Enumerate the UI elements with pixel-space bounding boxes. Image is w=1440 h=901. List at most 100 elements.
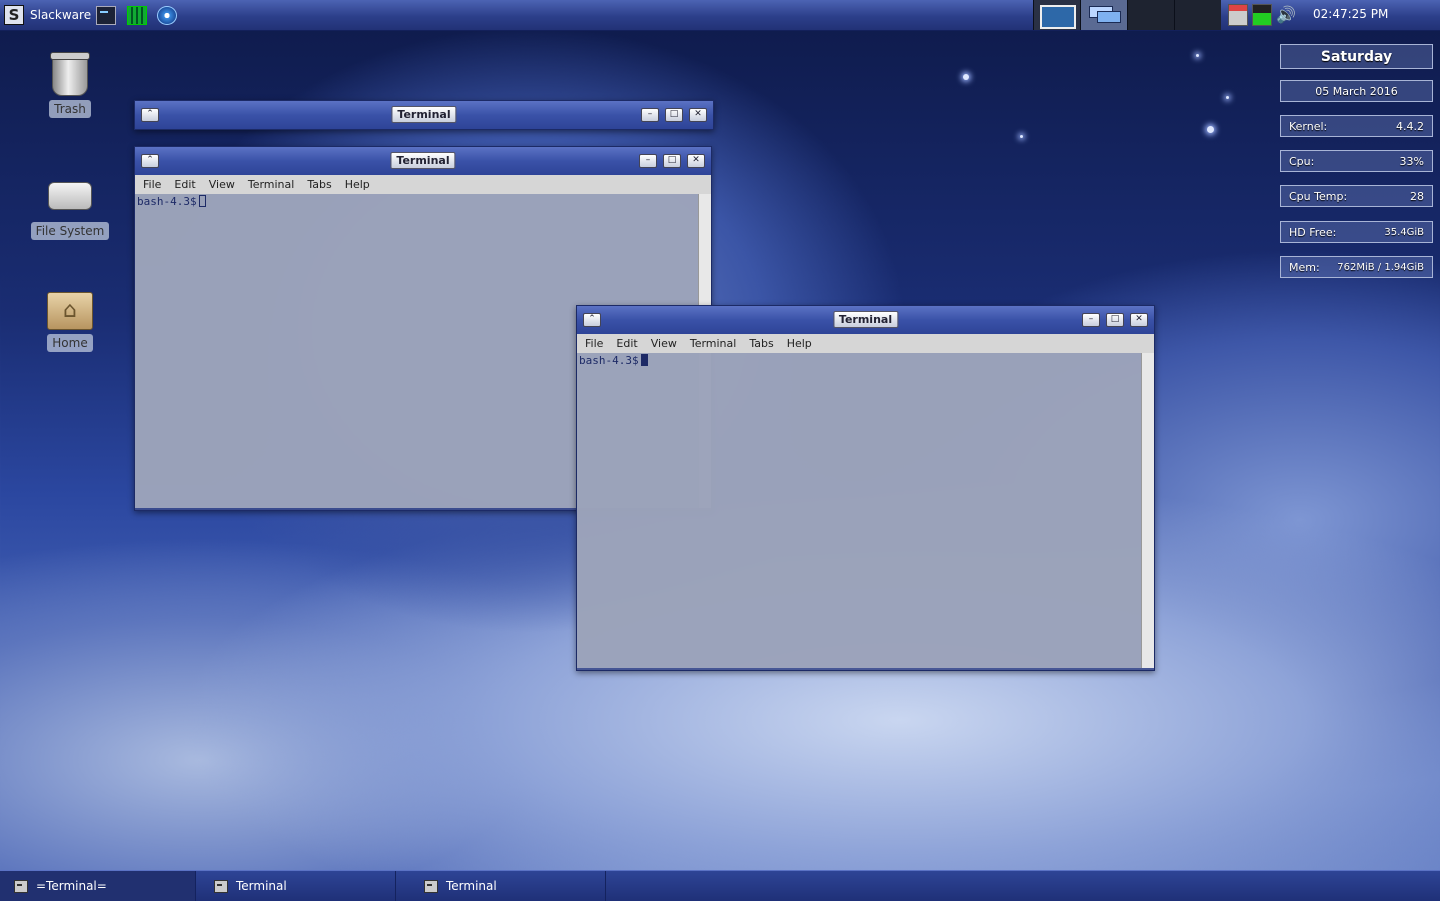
menu-bar: File Edit View Terminal Tabs Help [577,334,1154,353]
volume-icon[interactable]: 🔊 [1276,5,1296,25]
minimize-button[interactable]: – [639,154,657,168]
star [1020,135,1023,138]
prompt-text: bash-4.3$ [579,354,639,367]
menu-terminal[interactable]: Terminal [690,337,737,350]
terminal-output[interactable]: bash-4.3$ [577,353,1154,668]
shade-button[interactable]: ⌃ [141,154,159,168]
conky-label: Kernel: [1289,119,1328,133]
conky-value: 4.4.2 [1396,119,1424,133]
star [963,74,969,80]
desktop-icon-home[interactable]: ⌂ Home [30,288,110,352]
menu-help[interactable]: Help [787,337,812,350]
menu-file[interactable]: File [585,337,603,350]
star [1207,126,1214,133]
conky-label: Cpu: [1289,154,1315,168]
system-monitor-icon[interactable] [127,6,147,25]
window-title: Terminal [390,152,456,169]
desktop-icon-label: Trash [49,100,91,118]
cursor [640,354,648,366]
conky-label: HD Free: [1289,225,1337,239]
conky-kernel: Kernel: 4.4.2 [1280,115,1433,137]
menu-view[interactable]: View [651,337,677,350]
menu-terminal[interactable]: Terminal [248,178,295,191]
menu-help[interactable]: Help [345,178,370,191]
task-label: Terminal [446,879,497,893]
menu-bar: File Edit View Terminal Tabs Help [135,175,711,194]
conky-hd-free: HD Free: 35.4GiB [1280,221,1433,243]
conky-cpu-temp: Cpu Temp: 28 [1280,185,1433,207]
window-title: Terminal [832,311,899,328]
conky-day-text: Saturday [1320,48,1393,65]
window-titlebar[interactable]: ⌃ Terminal – □ ✕ [577,306,1154,334]
terminal-window-shaded[interactable]: ⌃ Terminal – □ ✕ [134,100,714,130]
conky-date: 05 March 2016 [1280,80,1433,102]
shade-button[interactable]: ⌃ [583,313,601,327]
terminal-icon [214,879,228,893]
prompt-line: bash-4.3$ [577,353,1154,368]
terminal-window-active[interactable]: ⌃ Terminal – □ ✕ File Edit View Terminal… [576,305,1155,671]
slackware-logo-icon: S [4,5,24,25]
menu-edit[interactable]: Edit [616,337,637,350]
conky-value: 35.4GiB [1384,226,1424,238]
maximize-button[interactable]: □ [663,154,681,168]
system-tray: 🔊 [1228,4,1296,26]
close-button[interactable]: ✕ [687,154,705,168]
workspace-pager [1033,0,1221,30]
menu-view[interactable]: View [209,178,235,191]
minimize-button[interactable]: – [641,108,659,122]
conky-value: 28 [1410,189,1424,203]
maximize-button[interactable]: □ [1106,313,1124,327]
conky-date-text: 05 March 2016 [1315,84,1398,98]
window-titlebar[interactable]: ⌃ Terminal – □ ✕ [135,101,713,129]
task-button[interactable]: =Terminal= [0,871,196,901]
maximize-button[interactable]: □ [665,108,683,122]
window-titlebar[interactable]: ⌃ Terminal – □ ✕ [135,147,711,175]
scrollbar[interactable] [1141,353,1154,668]
star [1226,96,1229,99]
menu-label: Slackware [30,8,92,22]
workspace-2[interactable] [1080,0,1127,30]
terminal-icon [14,879,28,893]
conky-memory: Mem: 762MiB / 1.94GiB [1280,256,1433,278]
slackware-menu-button[interactable]: S Slackware [4,4,91,26]
workspace-1[interactable] [1033,0,1080,30]
shade-button[interactable]: ⌃ [141,108,159,122]
web-browser-icon[interactable] [157,6,177,25]
conky-value: 762MiB / 1.94GiB [1337,261,1424,273]
home-folder-icon: ⌂ [47,292,93,330]
conky-cpu: Cpu: 33% [1280,150,1433,172]
cursor [198,195,206,207]
task-label: =Terminal= [36,879,107,893]
battery-icon[interactable] [1252,4,1272,26]
desktop-icon-trash[interactable]: Trash [30,52,110,118]
conky-label: Mem: [1289,260,1320,274]
drive-icon [48,182,92,210]
minimize-button[interactable]: – [1082,313,1100,327]
conky-label: Cpu Temp: [1289,189,1348,203]
task-button[interactable]: Terminal [410,871,606,901]
prompt-text: bash-4.3$ [137,195,197,208]
workspace-3[interactable] [1127,0,1174,30]
clock[interactable]: 02:47:25 PM [1313,7,1388,21]
desktop-icon-label: Home [47,334,93,352]
conky-value: 33% [1399,154,1424,168]
star [1196,54,1199,57]
menu-file[interactable]: File [143,178,161,191]
menu-tabs[interactable]: Tabs [307,178,331,191]
close-button[interactable]: ✕ [689,108,707,122]
trash-icon [50,52,90,96]
top-panel: S Slackware 🔊 02:47:25 PM [0,0,1440,31]
task-label: Terminal [236,879,287,893]
close-button[interactable]: ✕ [1130,313,1148,327]
conky-day: Saturday [1280,44,1433,69]
workspace-4[interactable] [1174,0,1221,30]
taskbar: =Terminal= Terminal Terminal [0,870,1440,901]
window-title: Terminal [391,106,457,123]
task-button[interactable]: Terminal [200,871,396,901]
network-icon[interactable] [1228,4,1248,26]
menu-edit[interactable]: Edit [174,178,195,191]
desktop-icon-file-system[interactable]: File System [30,172,110,240]
terminal-icon [424,879,438,893]
terminal-launcher-icon[interactable] [96,6,116,25]
menu-tabs[interactable]: Tabs [749,337,773,350]
